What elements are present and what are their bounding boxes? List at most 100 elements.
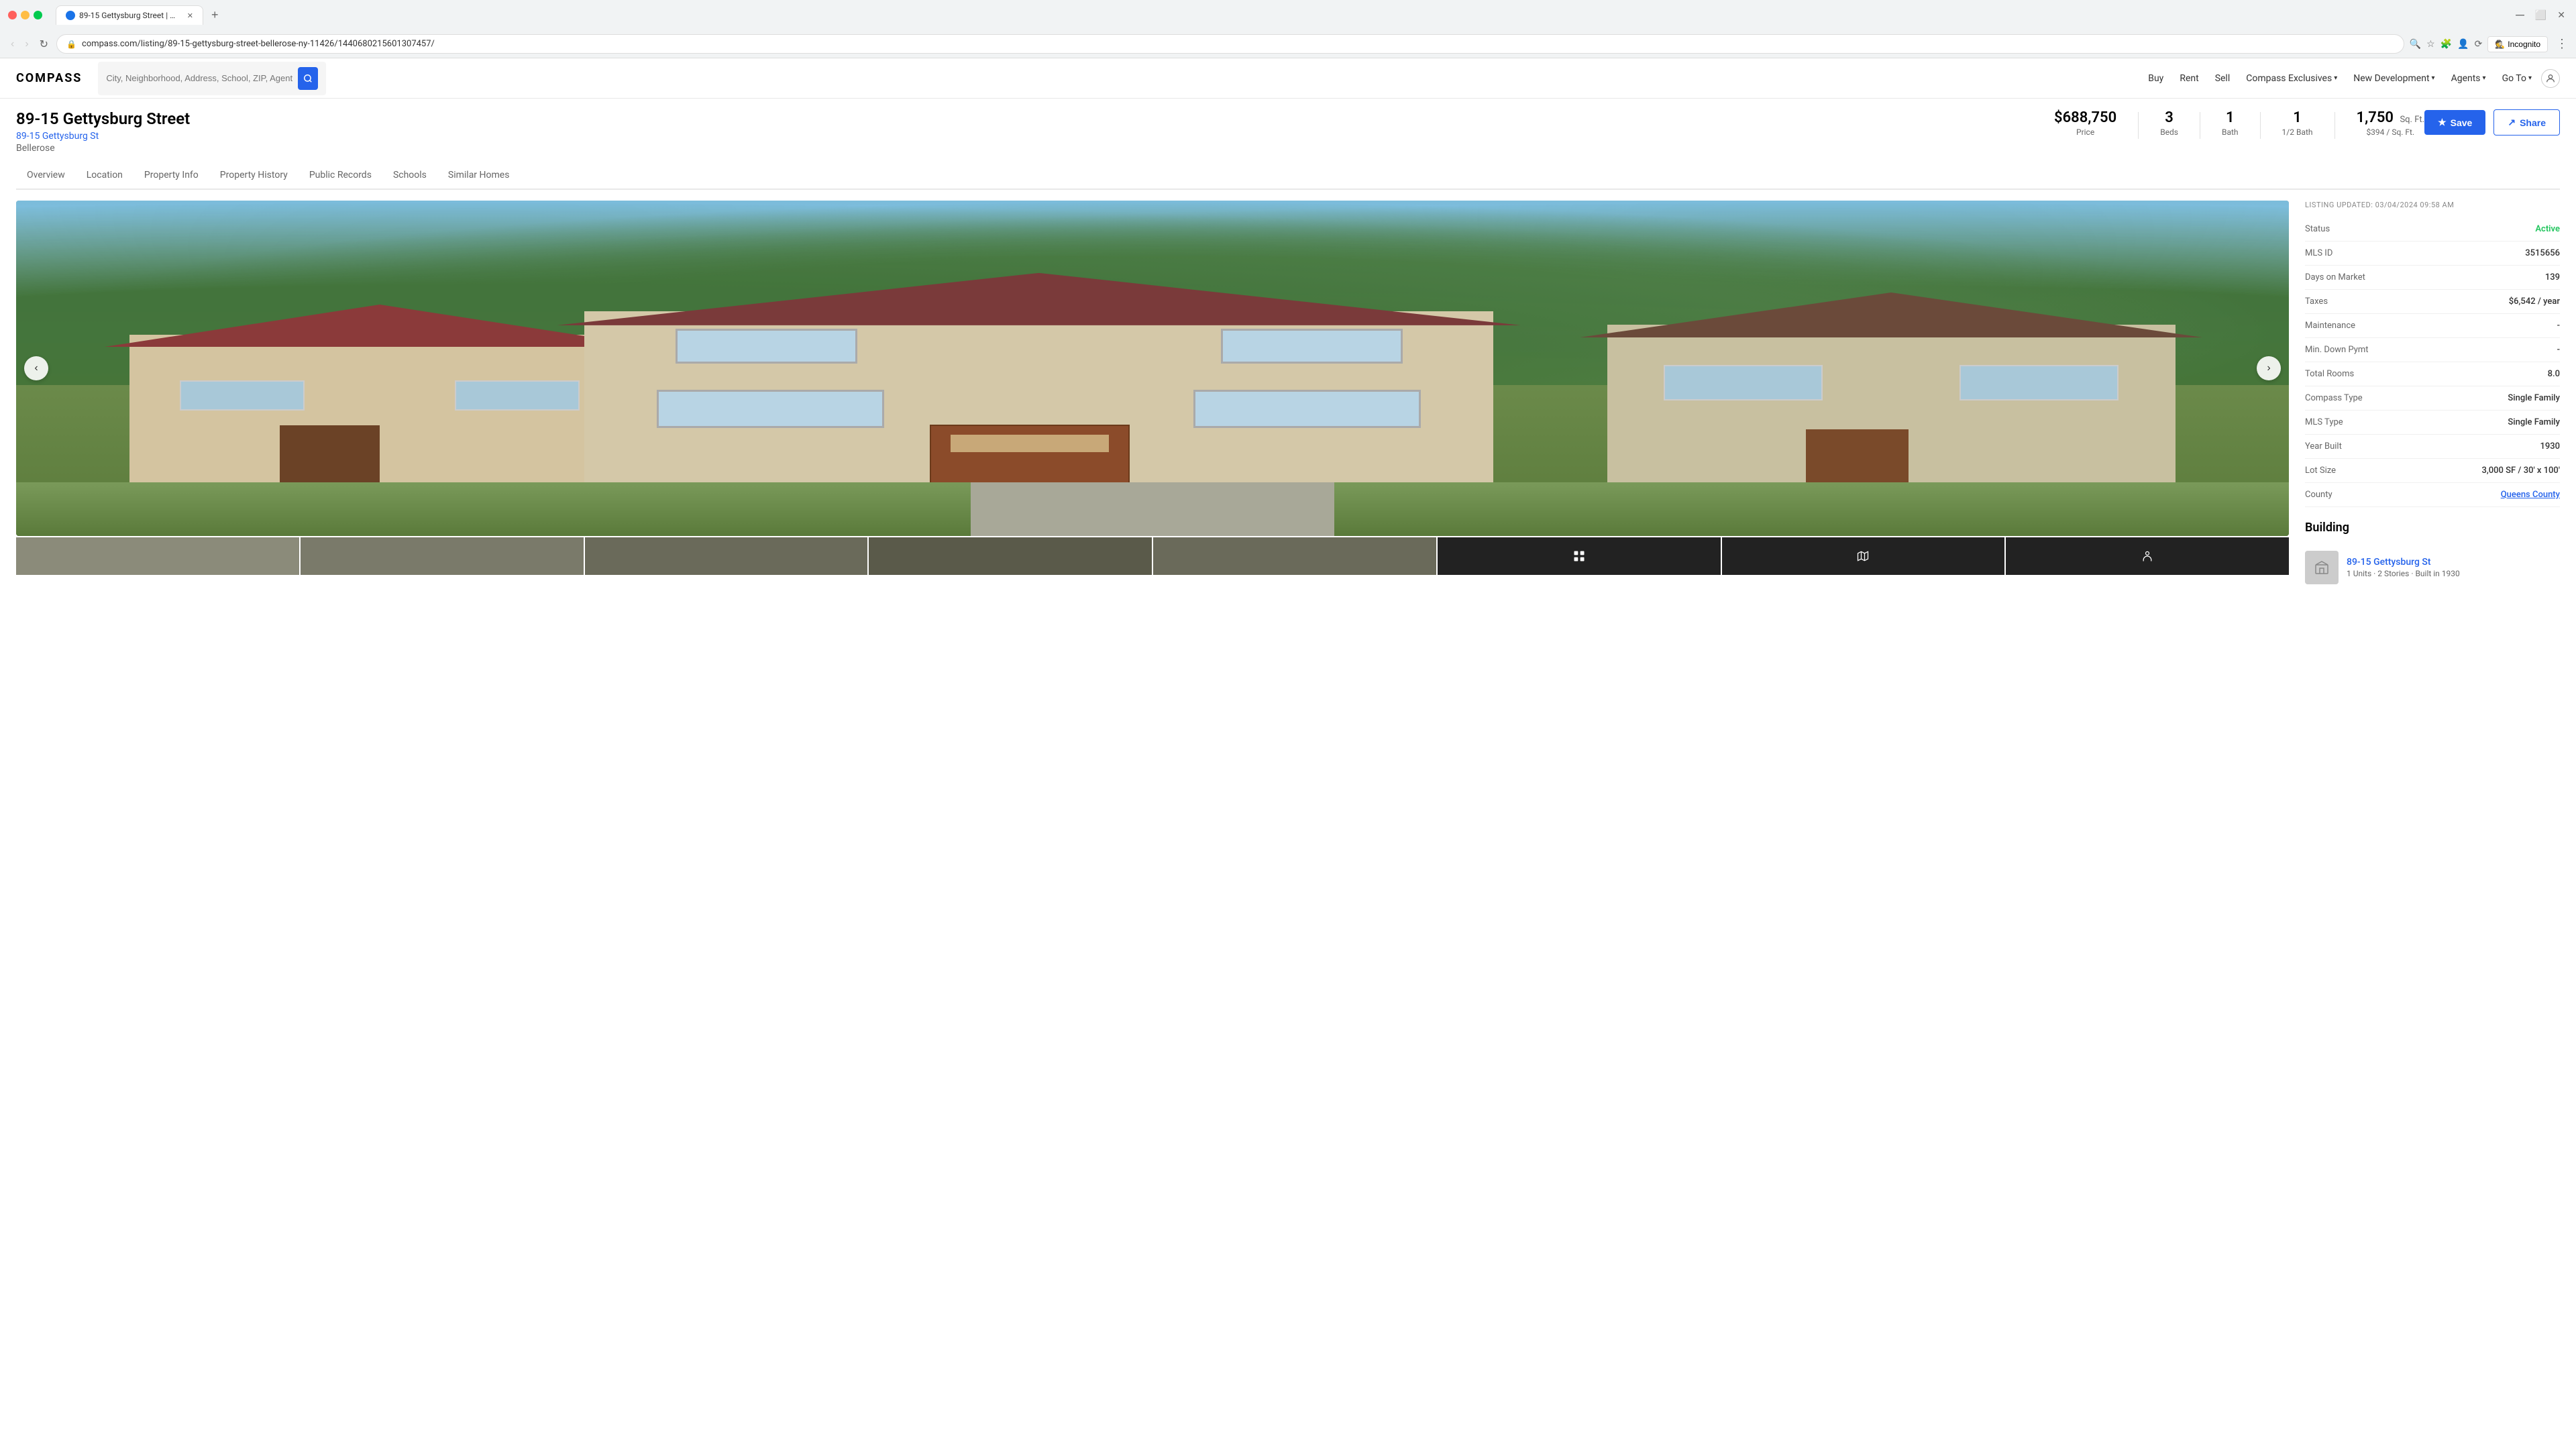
stat-bath: 1 Bath [2222, 109, 2239, 137]
listing-header: 89-15 Gettysburg Street 89-15 Gettysburg… [16, 109, 2560, 162]
search-input[interactable] [106, 73, 292, 83]
address-bar: ‹ › ↻ 🔒 compass.com/listing/89-15-gettys… [0, 30, 2576, 58]
year-built-value: 1930 [2540, 441, 2560, 451]
minimize-window-button[interactable]: ─ [2513, 5, 2527, 25]
window-maximize-button[interactable] [34, 11, 42, 19]
building-section-title: Building [2305, 521, 2560, 535]
photo-section: ‹ › [16, 201, 2289, 592]
tab-location[interactable]: Location [76, 162, 133, 190]
profile-icon[interactable]: 👤 [2457, 39, 2469, 50]
compass-exclusives-label: Compass Exclusives [2246, 73, 2332, 84]
url-bar[interactable]: 🔒 compass.com/listing/89-15-gettysburg-s… [56, 34, 2404, 54]
street-view-button[interactable] [2006, 537, 2289, 575]
beds-label: Beds [2160, 127, 2178, 137]
thumbnail-5[interactable] [1153, 537, 1436, 575]
user-account-button[interactable] [2541, 69, 2560, 88]
upper-window-1 [676, 329, 857, 364]
back-button[interactable]: ‹ [8, 36, 17, 53]
listing-stats: $688,750 Price 3 Beds 1 Bath 1 1/2 Bath … [2054, 109, 2424, 139]
listing-city: Bellerose [16, 143, 55, 154]
site-logo[interactable]: COMPASS [16, 71, 82, 85]
bath-value: 1 [2222, 109, 2239, 126]
browser-toolbar-icons: 🔍 ☆ 🧩 👤 ⟳ 🕵 Incognito ⋮ [2410, 36, 2568, 52]
detail-row-mls-type: MLS Type Single Family [2305, 411, 2560, 435]
search-bar [98, 62, 326, 95]
tab-close-icon[interactable]: ✕ [187, 11, 193, 20]
tab-schools[interactable]: Schools [382, 162, 437, 190]
nav-compass-exclusives[interactable]: Compass Exclusives ▾ [2239, 68, 2344, 89]
search-button[interactable] [298, 67, 318, 90]
left-house [129, 335, 629, 486]
bookmark-star-icon[interactable]: ☆ [2426, 39, 2435, 50]
nav-new-development[interactable]: New Development ▾ [2347, 68, 2441, 89]
forward-button[interactable]: › [22, 36, 31, 53]
sqft-number: 1,750 [2357, 109, 2394, 126]
building-thumbnail [2305, 551, 2339, 584]
save-star-icon: ★ [2438, 117, 2447, 128]
stat-divider-4 [2334, 112, 2335, 139]
price-label: Price [2054, 127, 2116, 137]
search-icon[interactable]: 🔍 [2410, 39, 2421, 50]
lower-window-2 [1193, 390, 1421, 428]
photo-next-button[interactable]: › [2257, 356, 2281, 380]
tab-overview[interactable]: Overview [16, 162, 76, 190]
share-button[interactable]: ↗ Share [2493, 109, 2560, 136]
next-arrow-icon: › [2267, 362, 2270, 374]
window-close-button[interactable] [8, 11, 17, 19]
sync-icon[interactable]: ⟳ [2475, 39, 2483, 50]
tab-property-history[interactable]: Property History [209, 162, 299, 190]
tab-public-records[interactable]: Public Records [299, 162, 382, 190]
right-window-1 [1664, 365, 1823, 400]
detail-row-year-built: Year Built 1930 [2305, 435, 2560, 459]
extensions-icon[interactable]: 🧩 [2440, 39, 2452, 50]
map-view-button[interactable] [1722, 537, 2005, 575]
window-minimize-button[interactable] [21, 11, 30, 19]
right-house [1607, 325, 2176, 486]
map-icon [1856, 549, 1870, 563]
thumbnail-3[interactable] [585, 537, 868, 575]
close-window-button[interactable]: ✕ [2555, 7, 2568, 23]
maintenance-label: Maintenance [2305, 321, 2355, 331]
lock-icon: 🔒 [66, 40, 76, 49]
restore-window-button[interactable]: ⬜ [2532, 7, 2549, 23]
browser-menu-button[interactable]: ⋮ [2556, 37, 2568, 51]
nav-goto[interactable]: Go To ▾ [2496, 68, 2538, 89]
listing-photo [16, 201, 2289, 536]
nav-buy[interactable]: Buy [2141, 68, 2170, 89]
upper-window-2 [1221, 329, 1403, 364]
lower-window-1 [657, 390, 884, 428]
listing-address-link[interactable]: 89-15 Gettysburg St [16, 131, 2054, 142]
goto-caret-icon: ▾ [2528, 74, 2532, 82]
lot-size-label: Lot Size [2305, 466, 2336, 476]
browser-chrome: 89-15 Gettysburg Street | Comp... ✕ + ─ … [0, 0, 2576, 58]
save-button[interactable]: ★ Save [2424, 110, 2485, 135]
detail-row-taxes: Taxes $6,542 / year [2305, 290, 2560, 314]
detail-row-mlsid: MLS ID 3515656 [2305, 241, 2560, 266]
sqft-value: 1,750 Sq. Ft. [2357, 109, 2425, 126]
bath-label: Bath [2222, 127, 2239, 137]
tab-bar: 89-15 Gettysburg Street | Comp... ✕ + [48, 5, 2508, 25]
nav-agents[interactable]: Agents ▾ [2445, 68, 2493, 89]
photo-prev-button[interactable]: ‹ [24, 356, 48, 380]
county-value-link[interactable]: Queens County [2501, 490, 2560, 500]
status-label: Status [2305, 224, 2330, 234]
refresh-button[interactable]: ↻ [37, 35, 51, 54]
listing-title-section: 89-15 Gettysburg Street 89-15 Gettysburg… [16, 109, 2054, 154]
compass-type-value: Single Family [2508, 393, 2560, 403]
taxes-label: Taxes [2305, 297, 2328, 307]
tab-similar-homes[interactable]: Similar Homes [437, 162, 521, 190]
building-name-link[interactable]: 89-15 Gettysburg St [2347, 557, 2431, 568]
incognito-button[interactable]: 🕵 Incognito [2487, 36, 2548, 52]
building-stories: 2 Stories [2377, 569, 2409, 578]
thumbnail-2[interactable] [301, 537, 584, 575]
active-tab[interactable]: 89-15 Gettysburg Street | Comp... ✕ [56, 5, 203, 25]
new-tab-button[interactable]: + [206, 5, 224, 25]
thumbnail-4[interactable] [869, 537, 1152, 575]
building-info: 89-15 Gettysburg St 1 Units · 2 Stories … [2347, 557, 2560, 578]
nav-sell[interactable]: Sell [2208, 68, 2237, 89]
driveway [971, 482, 1334, 536]
nav-rent[interactable]: Rent [2173, 68, 2205, 89]
thumbnail-1[interactable] [16, 537, 299, 575]
tab-property-info[interactable]: Property Info [133, 162, 209, 190]
grid-view-button[interactable] [1438, 537, 1721, 575]
